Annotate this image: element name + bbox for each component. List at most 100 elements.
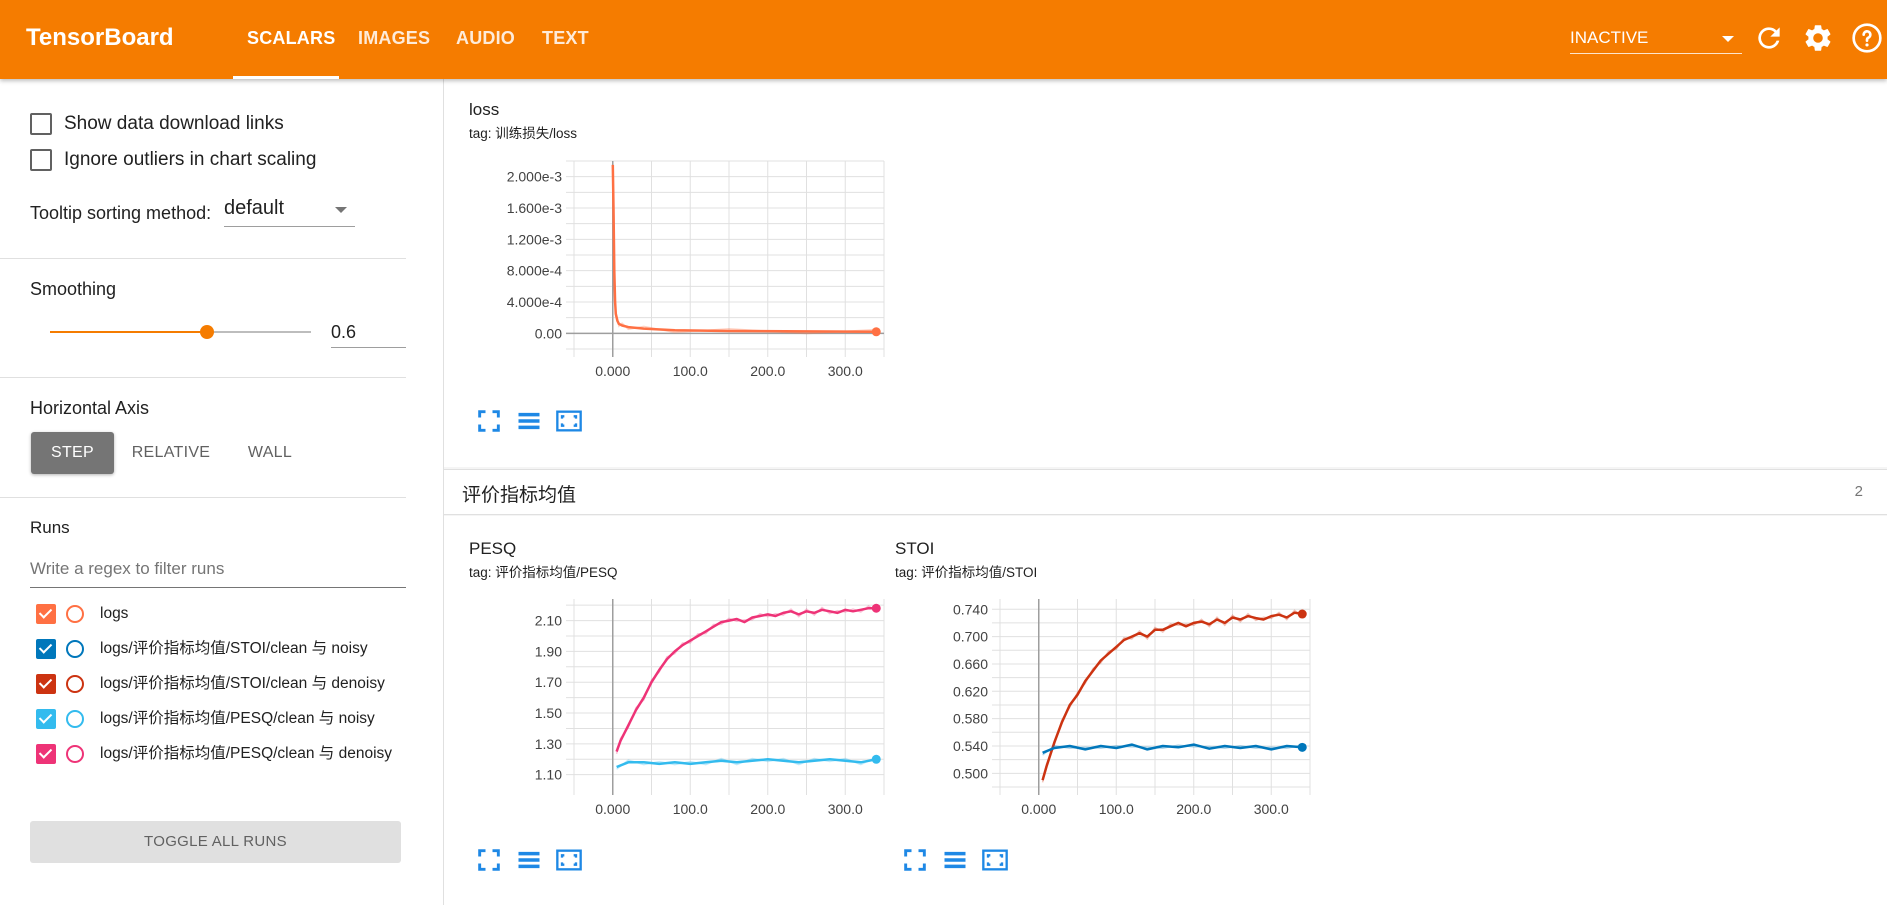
tooltip-sorting-dropdown[interactable]: default [224,191,355,227]
fit-domain-icon[interactable] [555,846,583,874]
refresh-icon[interactable] [1753,22,1785,54]
run-color-circle[interactable] [66,710,84,728]
axis-step-button[interactable]: STEP [31,432,114,474]
toggle-all-runs-button[interactable]: TOGGLE ALL RUNS [30,821,401,863]
tab-scalars[interactable]: SCALARS [247,28,335,49]
run-checkbox[interactable] [36,674,56,694]
smoothing-slider-thumb[interactable] [199,325,214,339]
run-item-pesq-denoisy[interactable]: logs/评价指标均值/PESQ/clean 与 denoisy [36,744,410,764]
x-tick-label: 0.000 [595,363,630,379]
chevron-down-icon [1722,36,1734,42]
run-checkbox[interactable] [36,604,56,624]
data-table-icon[interactable] [515,407,543,435]
series-line [611,164,877,334]
fullscreen-icon[interactable] [901,846,929,874]
active-tab-indicator [233,76,339,79]
run-label: logs/评价指标均值/PESQ/clean 与 denoisy [100,745,393,762]
loss-chart[interactable]: 0.000 100.0 200.0 300.0 0.00 4.000e-4 8.000e-4… [469,149,889,389]
y-tick-label: 2.10 [535,613,562,629]
tab-audio[interactable]: AUDIO [456,28,515,49]
tooltip-sorting-label: Tooltip sorting method: [30,203,212,223]
run-state-dropdown[interactable]: INACTIVE [1570,24,1742,54]
series-end-point [1297,609,1307,619]
y-tick-label: 0.00 [535,325,562,341]
y-tick-label: 0.500 [953,765,988,781]
series-line [616,758,877,769]
pesq-chart[interactable]: 0.000 100.0 200.0 300.0 1.10 1.30 1.50 1.70 1.90… [469,587,889,827]
run-item-pesq-noisy[interactable]: logs/评价指标均值/PESQ/clean 与 noisy [36,709,410,729]
group-count: 2 [1854,483,1863,500]
y-tick-label: 1.50 [535,705,562,721]
group-header[interactable]: 评价指标均值 2 [444,469,1887,515]
axis-relative-button[interactable]: RELATIVE [126,432,216,474]
fullscreen-icon[interactable] [475,407,503,435]
y-tick-label: 0.580 [953,711,988,727]
x-tick-label: 100.0 [673,801,708,817]
data-table-icon[interactable] [941,846,969,874]
series-end-point [871,603,881,613]
y-tick-label: 1.70 [535,674,562,690]
chart-tag: tag: 训练损失/loss [469,126,578,141]
run-item-stoi-noisy[interactable]: logs/评价指标均值/STOI/clean 与 noisy [36,639,410,659]
x-tick-label: 100.0 [1099,801,1134,817]
tab-text[interactable]: TEXT [542,28,589,49]
chart-title: STOI [895,539,935,558]
x-tick-label: 200.0 [750,801,785,817]
top-toolbar: TensorBoard SCALARS IMAGES AUDIO TEXT IN… [0,0,1887,79]
y-tick-label: 1.30 [535,736,562,752]
chart-title: loss [469,100,500,119]
series-line [615,606,877,753]
fit-domain-icon[interactable] [981,846,1009,874]
run-color-circle[interactable] [66,745,84,763]
x-tick-label: 100.0 [673,363,708,379]
run-color-circle[interactable] [66,605,84,623]
y-tick-label: 1.90 [535,643,562,659]
smoothing-input[interactable]: 0.6 [331,318,406,348]
y-tick-label: 8.000e-4 [507,263,562,279]
sidebar: Show data download links Ignore outliers… [0,79,444,905]
run-checkbox[interactable] [36,709,56,729]
chart-tag: tag: 评价指标均值/PESQ [469,565,618,580]
x-tick-label: 300.0 [828,363,863,379]
series-end-point [871,327,881,337]
tab-images[interactable]: IMAGES [358,28,430,49]
run-color-circle[interactable] [66,640,84,658]
run-item-logs[interactable]: logs [36,604,410,624]
section-divider [0,377,406,378]
run-label: logs/评价指标均值/PESQ/clean 与 noisy [100,710,375,727]
fit-domain-icon[interactable] [555,407,583,435]
run-item-stoi-denoisy[interactable]: logs/评价指标均值/STOI/clean 与 denoisy [36,674,410,694]
y-tick-label: 0.540 [953,738,988,754]
run-checkbox[interactable] [36,744,56,764]
ignore-outliers-checkbox[interactable]: Ignore outliers in chart scaling [30,147,316,173]
axis-wall-button[interactable]: WALL [232,432,308,474]
help-icon[interactable] [1851,22,1883,54]
data-table-icon[interactable] [515,846,543,874]
section-divider [0,497,406,498]
run-color-circle[interactable] [66,675,84,693]
group-name: 评价指标均值 [462,485,577,506]
smoothing-label: Smoothing [30,279,117,299]
tooltip-sorting-value: default [224,197,285,219]
smoothing-slider-fill [50,331,207,333]
chart-tag: tag: 评价指标均值/STOI [895,565,1038,580]
y-tick-label: 1.600e-3 [507,200,562,216]
checkbox-box[interactable] [30,113,52,135]
fullscreen-icon[interactable] [475,846,503,874]
y-tick-label: 4.000e-4 [507,294,562,310]
settings-icon[interactable] [1802,22,1834,54]
y-tick-label: 0.660 [953,656,988,672]
checkbox-box[interactable] [30,149,52,171]
x-tick-label: 200.0 [1176,801,1211,817]
run-checkbox[interactable] [36,639,56,659]
x-tick-label: 300.0 [828,801,863,817]
stoi-chart[interactable]: 0.000 100.0 200.0 300.0 0.500 0.540 0.580 0.620… [895,587,1315,827]
x-tick-label: 200.0 [750,363,785,379]
y-tick-label: 0.740 [953,601,988,617]
chart-title: PESQ [469,539,517,558]
horizontal-axis-label: Horizontal Axis [30,398,150,418]
runs-filter-input[interactable]: Write a regex to filter runs [30,556,406,588]
show-download-links-checkbox[interactable]: Show data download links [30,111,284,137]
y-tick-label: 0.700 [953,629,988,645]
series-end-point [1297,742,1307,752]
